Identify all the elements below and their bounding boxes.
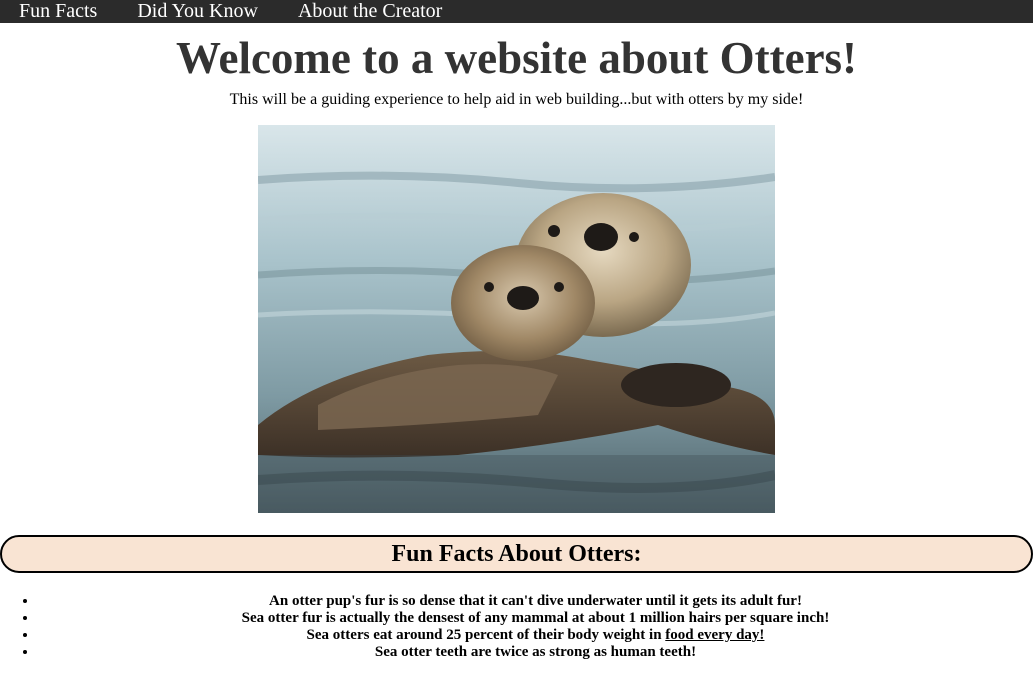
- otter-photo: [258, 125, 775, 513]
- nav-fun-facts[interactable]: Fun Facts: [19, 0, 97, 23]
- food-every-day-link[interactable]: food every day!: [665, 627, 764, 643]
- list-item: Sea otter teeth are twice as strong as h…: [38, 644, 1033, 661]
- list-item-text: Sea otters eat around 25 percent of thei…: [306, 627, 666, 643]
- list-item: An otter pup's fur is so dense that it c…: [38, 593, 1033, 610]
- fun-facts-list: An otter pup's fur is so dense that it c…: [0, 593, 1033, 661]
- fun-facts-heading: Fun Facts About Otters:: [391, 541, 642, 567]
- nav-about-creator[interactable]: About the Creator: [298, 0, 442, 23]
- photo-container: [0, 125, 1033, 513]
- page-subtitle: This will be a guiding experience to hel…: [229, 91, 804, 108]
- list-item: Sea otters eat around 25 percent of thei…: [38, 627, 1033, 644]
- list-item: Sea otter fur is actually the densest of…: [38, 610, 1033, 627]
- fun-facts-banner: Fun Facts About Otters:: [0, 535, 1033, 573]
- nav-did-you-know[interactable]: Did You Know: [137, 0, 258, 23]
- top-nav: Fun Facts Did You Know About the Creator: [0, 0, 1033, 23]
- page-title: Welcome to a website about Otters!: [175, 33, 858, 83]
